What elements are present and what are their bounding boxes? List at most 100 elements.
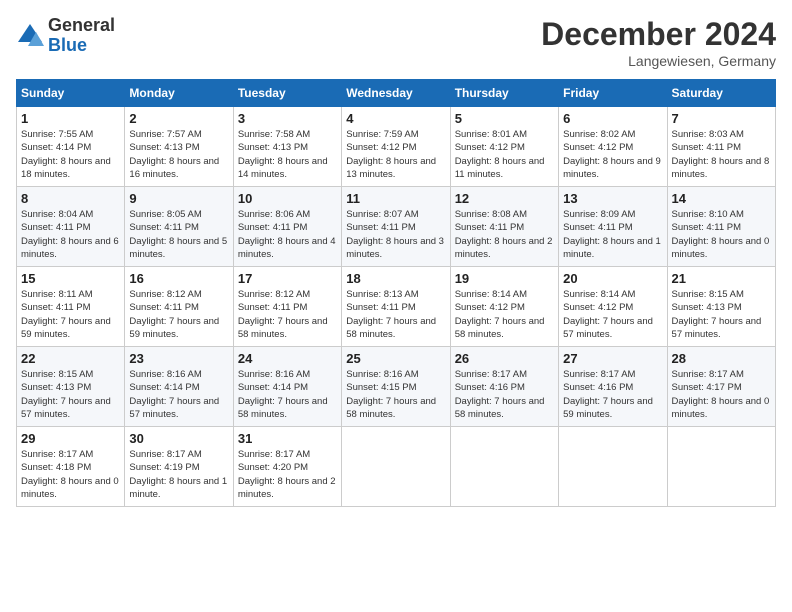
table-row: 12Sunrise: 8:08 AMSunset: 4:11 PMDayligh… — [450, 187, 558, 267]
weekday-header-row: Sunday Monday Tuesday Wednesday Thursday… — [17, 80, 776, 107]
day-number: 13 — [563, 191, 662, 206]
day-number: 6 — [563, 111, 662, 126]
table-row: 20Sunrise: 8:14 AMSunset: 4:12 PMDayligh… — [559, 267, 667, 347]
header-wednesday: Wednesday — [342, 80, 450, 107]
day-info: Sunrise: 8:07 AMSunset: 4:11 PMDaylight:… — [346, 209, 444, 260]
header-monday: Monday — [125, 80, 233, 107]
header-saturday: Saturday — [667, 80, 775, 107]
day-number: 18 — [346, 271, 445, 286]
table-row: 16 Sunrise: 8:12 AMSunset: 4:11 PMDayligh… — [125, 267, 233, 347]
logo-icon — [16, 22, 44, 50]
table-row: 22 Sunrise: 8:15 AMSunset: 4:13 PMDayligh… — [17, 347, 125, 427]
day-info: Sunrise: 8:11 AMSunset: 4:11 PMDaylight:… — [21, 289, 111, 340]
table-row: 1 Sunrise: 7:55 AMSunset: 4:14 PMDaylight… — [17, 107, 125, 187]
day-info: Sunrise: 8:03 AMSunset: 4:11 PMDaylight:… — [672, 129, 770, 180]
table-row: 18 Sunrise: 8:13 AMSunset: 4:11 PMDayligh… — [342, 267, 450, 347]
table-row — [559, 427, 667, 507]
calendar-row: 22 Sunrise: 8:15 AMSunset: 4:13 PMDayligh… — [17, 347, 776, 427]
day-info: Sunrise: 8:15 AMSunset: 4:13 PMDaylight:… — [21, 369, 111, 420]
day-number: 17 — [238, 271, 337, 286]
day-info: Sunrise: 7:57 AMSunset: 4:13 PMDaylight:… — [129, 129, 219, 180]
table-row: 29 Sunrise: 8:17 AMSunset: 4:18 PMDayligh… — [17, 427, 125, 507]
day-info: Sunrise: 8:16 AMSunset: 4:15 PMDaylight:… — [346, 369, 436, 420]
day-number: 7 — [672, 111, 771, 126]
table-row: 24 Sunrise: 8:16 AMSunset: 4:14 PMDayligh… — [233, 347, 341, 427]
table-row: 30 Sunrise: 8:17 AMSunset: 4:19 PMDayligh… — [125, 427, 233, 507]
logo-text: General Blue — [48, 16, 115, 56]
day-info: Sunrise: 8:13 AMSunset: 4:11 PMDaylight:… — [346, 289, 436, 340]
logo: General Blue — [16, 16, 115, 56]
day-info: Sunrise: 8:17 AMSunset: 4:18 PMDaylight:… — [21, 449, 119, 500]
table-row: 10 Sunrise: 8:06 AMSunset: 4:11 PMDayligh… — [233, 187, 341, 267]
day-info: Sunrise: 8:10 AMSunset: 4:11 PMDaylight:… — [672, 209, 770, 260]
day-number: 15 — [21, 271, 120, 286]
calendar-table: Sunday Monday Tuesday Wednesday Thursday… — [16, 79, 776, 507]
table-row: 6 Sunrise: 8:02 AMSunset: 4:12 PMDaylight… — [559, 107, 667, 187]
day-info: Sunrise: 8:12 AMSunset: 4:11 PMDaylight:… — [129, 289, 219, 340]
day-info: Sunrise: 8:17 AMSunset: 4:17 PMDaylight:… — [672, 369, 770, 420]
calendar-row: 29 Sunrise: 8:17 AMSunset: 4:18 PMDayligh… — [17, 427, 776, 507]
day-info: Sunrise: 8:01 AMSunset: 4:12 PMDaylight:… — [455, 129, 545, 180]
calendar-row: 1 Sunrise: 7:55 AMSunset: 4:14 PMDaylight… — [17, 107, 776, 187]
day-info: Sunrise: 8:16 AMSunset: 4:14 PMDaylight:… — [238, 369, 328, 420]
table-row: 7 Sunrise: 8:03 AMSunset: 4:11 PMDaylight… — [667, 107, 775, 187]
location: Langewiesen, Germany — [541, 53, 776, 69]
header-sunday: Sunday — [17, 80, 125, 107]
day-number: 25 — [346, 351, 445, 366]
table-row: 19 Sunrise: 8:14 AMSunset: 4:12 PMDayligh… — [450, 267, 558, 347]
day-info: Sunrise: 8:09 AMSunset: 4:11 PMDaylight:… — [563, 209, 661, 260]
day-number: 21 — [672, 271, 771, 286]
day-number: 11 — [346, 191, 445, 206]
day-number: 8 — [21, 191, 120, 206]
day-info: Sunrise: 8:17 AMSunset: 4:20 PMDaylight:… — [238, 449, 336, 500]
table-row: 2Sunrise: 7:57 AMSunset: 4:13 PMDaylight… — [125, 107, 233, 187]
day-number: 19 — [455, 271, 554, 286]
day-number: 20 — [563, 271, 662, 286]
table-row: 14Sunrise: 8:10 AMSunset: 4:11 PMDayligh… — [667, 187, 775, 267]
table-row — [450, 427, 558, 507]
day-number: 4 — [346, 111, 445, 126]
month-title: December 2024 — [541, 16, 776, 53]
title-area: December 2024 Langewiesen, Germany — [541, 16, 776, 69]
day-info: Sunrise: 8:06 AMSunset: 4:11 PMDaylight:… — [238, 209, 336, 260]
table-row: 23 Sunrise: 8:16 AMSunset: 4:14 PMDayligh… — [125, 347, 233, 427]
day-info: Sunrise: 8:16 AMSunset: 4:14 PMDaylight:… — [129, 369, 219, 420]
day-number: 3 — [238, 111, 337, 126]
day-info: Sunrise: 8:08 AMSunset: 4:11 PMDaylight:… — [455, 209, 553, 260]
day-number: 10 — [238, 191, 337, 206]
table-row — [342, 427, 450, 507]
day-number: 29 — [21, 431, 120, 446]
day-number: 31 — [238, 431, 337, 446]
logo-line1: General — [48, 16, 115, 36]
day-number: 23 — [129, 351, 228, 366]
day-info: Sunrise: 8:02 AMSunset: 4:12 PMDaylight:… — [563, 129, 661, 180]
day-info: Sunrise: 7:55 AMSunset: 4:14 PMDaylight:… — [21, 129, 111, 180]
day-info: Sunrise: 8:17 AMSunset: 4:16 PMDaylight:… — [563, 369, 653, 420]
table-row: 28 Sunrise: 8:17 AMSunset: 4:17 PMDayligh… — [667, 347, 775, 427]
day-info: Sunrise: 8:12 AMSunset: 4:11 PMDaylight:… — [238, 289, 328, 340]
table-row: 5 Sunrise: 8:01 AMSunset: 4:12 PMDaylight… — [450, 107, 558, 187]
page-header: General Blue December 2024 Langewiesen, … — [16, 16, 776, 69]
day-number: 30 — [129, 431, 228, 446]
day-number: 28 — [672, 351, 771, 366]
day-info: Sunrise: 8:17 AMSunset: 4:16 PMDaylight:… — [455, 369, 545, 420]
day-number: 27 — [563, 351, 662, 366]
day-info: Sunrise: 8:15 AMSunset: 4:13 PMDaylight:… — [672, 289, 762, 340]
table-row: 3 Sunrise: 7:58 AMSunset: 4:13 PMDaylight… — [233, 107, 341, 187]
table-row: 8Sunrise: 8:04 AMSunset: 4:11 PMDaylight… — [17, 187, 125, 267]
day-info: Sunrise: 8:17 AMSunset: 4:19 PMDaylight:… — [129, 449, 227, 500]
day-number: 16 — [129, 271, 228, 286]
day-number: 5 — [455, 111, 554, 126]
table-row: 26Sunrise: 8:17 AMSunset: 4:16 PMDayligh… — [450, 347, 558, 427]
day-info: Sunrise: 8:14 AMSunset: 4:12 PMDaylight:… — [455, 289, 545, 340]
day-info: Sunrise: 7:59 AMSunset: 4:12 PMDaylight:… — [346, 129, 436, 180]
day-info: Sunrise: 7:58 AMSunset: 4:13 PMDaylight:… — [238, 129, 328, 180]
day-number: 24 — [238, 351, 337, 366]
table-row: 4 Sunrise: 7:59 AMSunset: 4:12 PMDaylight… — [342, 107, 450, 187]
day-number: 9 — [129, 191, 228, 206]
day-number: 1 — [21, 111, 120, 126]
calendar-row: 8Sunrise: 8:04 AMSunset: 4:11 PMDaylight… — [17, 187, 776, 267]
calendar-row: 15 Sunrise: 8:11 AMSunset: 4:11 PMDayligh… — [17, 267, 776, 347]
table-row: 9Sunrise: 8:05 AMSunset: 4:11 PMDaylight… — [125, 187, 233, 267]
day-number: 22 — [21, 351, 120, 366]
